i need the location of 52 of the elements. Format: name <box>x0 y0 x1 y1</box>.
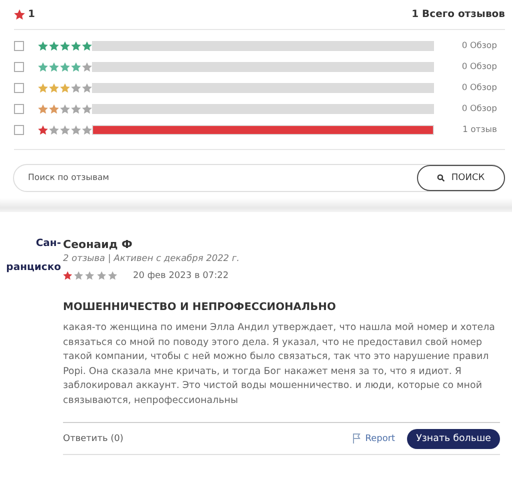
star-icon <box>49 62 59 72</box>
reviewer-meta: 2 отзыва | Активен с декабря 2022 г. <box>63 254 240 264</box>
report-link[interactable]: Report <box>352 433 396 444</box>
reviewer-location: ранциско <box>6 261 62 275</box>
star-icon <box>85 270 95 281</box>
search-button[interactable]: ПОИСК <box>417 165 505 191</box>
star-icon <box>108 270 118 281</box>
learn-more-button[interactable]: Узнать больше <box>407 428 500 448</box>
review-count: 1 отзыв <box>461 124 498 134</box>
star-icon <box>49 82 59 92</box>
filter-checkbox[interactable] <box>14 40 24 50</box>
review-count: 0 Обзор <box>460 104 498 114</box>
star-icon <box>14 9 25 20</box>
star-icon <box>60 104 70 114</box>
review-count: 0 Обзор <box>460 82 498 92</box>
star-icon <box>49 124 59 134</box>
star-icon <box>63 270 72 281</box>
flag-icon <box>352 433 362 444</box>
filter-checkbox[interactable] <box>14 104 24 114</box>
filter-checkbox[interactable] <box>14 82 24 92</box>
star-icon <box>71 124 81 134</box>
review-count: 0 Обзор <box>460 40 498 50</box>
review-count: 0 Обзор <box>460 62 498 72</box>
search-field[interactable]: Поиск по отзывам ПОИСК <box>13 164 505 192</box>
star-icon <box>82 104 92 114</box>
star-icon <box>60 40 70 50</box>
star-icon <box>49 104 59 114</box>
star-icon <box>60 124 70 134</box>
filter-checkbox[interactable] <box>14 62 24 72</box>
reviewer-name: Сеонаид Ф <box>63 238 134 251</box>
review-text: какая-то женщина по имени Элла Андил утверждает, что нашла мой номер и хотела связаться со мной по поводу этого дела. Я указал, что не предоставил свой номер такой компании, чтобы с ней можно было связаться, так что это нарушение правил Popi. Она сказала мне кричать, и тогда Бог накажет меня за то, что я идиот. Я заблокировал аккаунт. Это чистой воды мошенничество. и люди, которые со мной связываются, непрофессиональны <box>63 321 496 408</box>
star-icon <box>74 270 84 281</box>
star-icon <box>82 82 92 92</box>
star-icon <box>82 62 92 72</box>
star-icon <box>82 40 92 50</box>
star-icon <box>96 270 106 281</box>
star-icon <box>60 62 70 72</box>
filter-checkbox[interactable] <box>14 124 24 134</box>
total-reviews: 1 Всего отзывов <box>412 9 505 20</box>
star-icon <box>60 82 70 92</box>
star-icon <box>71 62 81 72</box>
star-icon <box>82 124 92 134</box>
rating-score: 1 <box>28 9 35 20</box>
star-icon <box>71 104 81 114</box>
review-title: МОШЕННИЧЕСТВО И НЕПРОФЕССИОНАЛЬНО <box>63 301 337 313</box>
star-icon <box>71 40 81 50</box>
search-icon <box>437 174 446 182</box>
reply-link[interactable]: Ответить (0) <box>63 434 124 444</box>
reviewer-location: Сан- <box>36 237 62 251</box>
review-date: 20 фев 2023 в 07:22 <box>133 270 229 280</box>
star-icon <box>49 40 59 50</box>
star-icon <box>71 82 81 92</box>
